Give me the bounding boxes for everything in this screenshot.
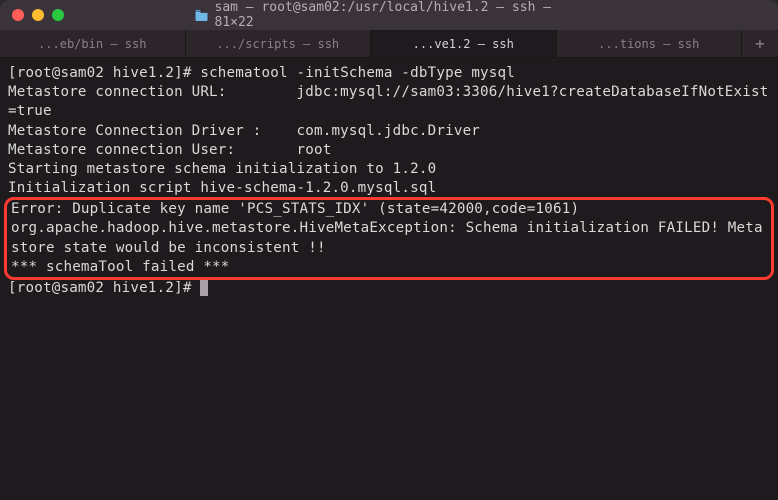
minimize-window-button[interactable]	[32, 9, 44, 21]
command: schematool -initSchema -dbType mysql	[200, 65, 515, 81]
maximize-window-button[interactable]	[52, 9, 64, 21]
tab-tions-ssh[interactable]: ...tions — ssh	[557, 30, 743, 57]
output-line: Metastore connection User: root	[8, 142, 331, 158]
prompt: [root@sam02 hive1.2]#	[8, 65, 200, 81]
output-line: Metastore Connection Driver : com.mysql.…	[8, 123, 480, 139]
tab-eb-bin-ssh[interactable]: ...eb/bin — ssh	[0, 30, 186, 57]
error-highlight-box: Error: Duplicate key name 'PCS_STATS_IDX…	[4, 197, 774, 280]
tab-bar: ...eb/bin — ssh .../scripts — ssh ...ve1…	[0, 30, 778, 58]
tab-ve12-ssh[interactable]: ...ve1.2 — ssh	[371, 30, 557, 57]
error-line: Error: Duplicate key name 'PCS_STATS_IDX…	[11, 201, 579, 217]
cursor	[200, 280, 208, 296]
window-controls	[12, 9, 64, 21]
window-title: sam — root@sam02:/usr/local/hive1.2 — ss…	[195, 0, 584, 30]
prompt: [root@sam02 hive1.2]#	[8, 280, 200, 296]
new-tab-button[interactable]: +	[742, 30, 778, 57]
titlebar: sam — root@sam02:/usr/local/hive1.2 — ss…	[0, 0, 778, 30]
output-line: Metastore connection URL: jdbc:mysql://s…	[8, 84, 769, 119]
terminal-output[interactable]: [root@sam02 hive1.2]# schematool -initSc…	[0, 58, 778, 500]
error-line: org.apache.hadoop.hive.metastore.HiveMet…	[11, 220, 763, 255]
folder-icon	[195, 9, 209, 21]
error-line: *** schemaTool failed ***	[11, 259, 230, 275]
tab-scripts-ssh[interactable]: .../scripts — ssh	[186, 30, 372, 57]
window-title-text: sam — root@sam02:/usr/local/hive1.2 — ss…	[215, 0, 584, 30]
output-line: Initialization script hive-schema-1.2.0.…	[8, 180, 436, 196]
close-window-button[interactable]	[12, 9, 24, 21]
output-line: Starting metastore schema initialization…	[8, 161, 436, 177]
